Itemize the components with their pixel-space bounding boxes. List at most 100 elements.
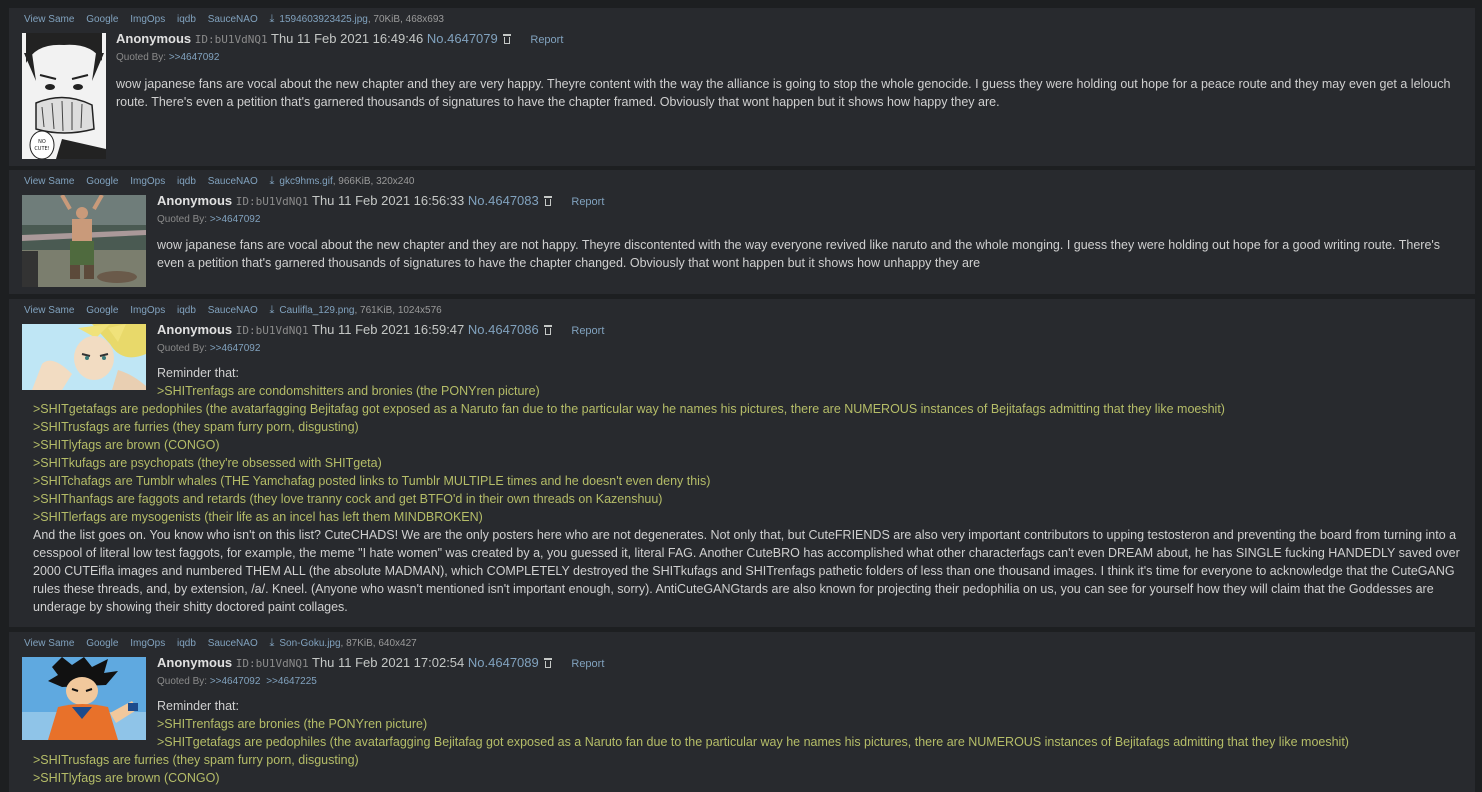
download-icon[interactable]: ⤓ <box>270 175 275 187</box>
post-thumbnail[interactable]: NO CUTE! <box>22 33 106 159</box>
saucenao-link[interactable]: SauceNAO <box>208 176 258 187</box>
iqdb-link[interactable]: iqdb <box>177 14 196 25</box>
google-link[interactable]: Google <box>86 14 118 25</box>
post-body: Reminder that: >SHITrenfags are condomsh… <box>157 364 540 400</box>
imgops-link[interactable]: ImgOps <box>130 305 165 316</box>
file-meta: , 87KiB, 640x427 <box>340 638 417 649</box>
quoted-by: Quoted By: >>4647092 <box>116 52 222 63</box>
backlink[interactable]: >>4647092 <box>210 214 261 225</box>
post-date: Thu 11 Feb 2021 16:56:33 <box>312 193 465 208</box>
post-number[interactable]: No.4647089 <box>468 655 539 670</box>
greentext-line: >SHITrenfags are condomshitters and bron… <box>157 384 540 398</box>
imgops-link[interactable]: ImgOps <box>130 176 165 187</box>
quoted-by-label: Quoted By: <box>157 214 208 225</box>
quoted-by: Quoted By: >>4647092 >>4647225 <box>157 676 320 687</box>
svg-text:CUTE!: CUTE! <box>34 146 49 152</box>
backlink[interactable]: >>4647225 <box>266 676 317 687</box>
google-link[interactable]: Google <box>86 176 118 187</box>
greentext-line: >SHITchafags are Tumblr whales (THE Yamc… <box>33 474 711 488</box>
post-number[interactable]: No.4647083 <box>468 193 539 208</box>
post-thumbnail[interactable] <box>22 195 146 287</box>
view-same-link[interactable]: View Same <box>24 305 74 316</box>
post-header: Anonymous ID:bU1VdNQ1 Thu 11 Feb 2021 16… <box>157 193 604 210</box>
file-meta: , 70KiB, 468x693 <box>367 14 444 25</box>
post-date: Thu 11 Feb 2021 16:59:47 <box>312 322 465 337</box>
google-link[interactable]: Google <box>86 305 118 316</box>
greentext-line: >SHITrenfags are bronies (the PONYren pi… <box>157 717 428 731</box>
post-4647083: View Same Google ImgOps iqdb SauceNAO ⤓ g… <box>9 170 1475 294</box>
poster-id[interactable]: ID:bU1VdNQ1 <box>236 195 309 208</box>
post-number[interactable]: No.4647079 <box>427 31 498 46</box>
post-header: Anonymous ID:bU1VdNQ1 Thu 11 Feb 2021 17… <box>157 655 604 672</box>
file-name[interactable]: Son-Goku.jpg <box>279 638 340 649</box>
download-icon[interactable]: ⤓ <box>270 13 275 25</box>
saucenao-link[interactable]: SauceNAO <box>208 305 258 316</box>
post-header: Anonymous ID:bU1VdNQ1 Thu 11 Feb 2021 16… <box>157 322 604 339</box>
imgops-link[interactable]: ImgOps <box>130 14 165 25</box>
post-number[interactable]: No.4647086 <box>468 322 539 337</box>
poster-id[interactable]: ID:bU1VdNQ1 <box>195 33 268 46</box>
report-button[interactable]: Report <box>571 658 604 670</box>
greentext-line: >SHITlyfags are brown (CONGO) <box>33 438 220 452</box>
view-same-link[interactable]: View Same <box>24 14 74 25</box>
greentext-line: >SHITlerfags are mysogenists (their life… <box>33 510 483 524</box>
trash-icon[interactable] <box>543 325 552 335</box>
iqdb-link[interactable]: iqdb <box>177 305 196 316</box>
post-paragraph: And the list goes on. You know who isn't… <box>33 528 1460 614</box>
file-info-bar: View Same Google ImgOps iqdb SauceNAO ⤓ g… <box>24 175 423 188</box>
greentext-line: >SHITgetafags are pedophiles (the avatar… <box>33 402 1225 416</box>
report-button[interactable]: Report <box>530 34 563 46</box>
backlink[interactable]: >>4647092 <box>210 343 261 354</box>
post-line: Reminder that: <box>157 699 239 713</box>
post-4647089: View Same Google ImgOps iqdb SauceNAO ⤓ S… <box>9 632 1475 792</box>
view-same-link[interactable]: View Same <box>24 638 74 649</box>
post-thumbnail[interactable] <box>22 657 146 740</box>
quoted-by-label: Quoted By: <box>116 52 167 63</box>
greentext-line: >SHITrusfags are furries (they spam furr… <box>33 420 359 434</box>
download-icon[interactable]: ⤓ <box>270 304 275 316</box>
post-4647086: View Same Google ImgOps iqdb SauceNAO ⤓ C… <box>9 299 1475 627</box>
post-line: Reminder that: <box>157 366 239 380</box>
greentext-line: >SHIThanfags are faggots and retards (th… <box>33 492 663 506</box>
report-button[interactable]: Report <box>571 196 604 208</box>
file-meta: , 761KiB, 1024x576 <box>354 305 442 316</box>
backlink[interactable]: >>4647092 <box>210 676 261 687</box>
greentext-line: >SHITgetafags are pedophiles (the avatar… <box>157 735 1349 749</box>
greentext-line: >SHITlyfags are brown (CONGO) <box>33 771 220 785</box>
svg-text:NO: NO <box>38 139 46 145</box>
view-same-link[interactable]: View Same <box>24 176 74 187</box>
quoted-by: Quoted By: >>4647092 <box>157 343 263 354</box>
file-info-bar: View Same Google ImgOps iqdb SauceNAO ⤓ S… <box>24 637 426 650</box>
trash-icon[interactable] <box>502 34 511 44</box>
trash-icon[interactable] <box>543 196 552 206</box>
poster-name: Anonymous <box>157 655 233 670</box>
iqdb-link[interactable]: iqdb <box>177 638 196 649</box>
greentext-line: >SHITrusfags are furries (they spam furr… <box>33 753 359 767</box>
quoted-by-label: Quoted By: <box>157 343 208 354</box>
saucenao-link[interactable]: SauceNAO <box>208 638 258 649</box>
backlink[interactable]: >>4647092 <box>169 52 220 63</box>
poster-id[interactable]: ID:bU1VdNQ1 <box>236 657 309 670</box>
google-link[interactable]: Google <box>86 638 118 649</box>
poster-name: Anonymous <box>116 31 192 46</box>
quoted-by: Quoted By: >>4647092 <box>157 214 263 225</box>
trash-icon[interactable] <box>543 658 552 668</box>
post-body: Reminder that: >SHITrenfags are bronies … <box>157 697 1349 751</box>
post-body-continued: >SHITrusfags are furries (they spam furr… <box>33 751 359 787</box>
saucenao-link[interactable]: SauceNAO <box>208 14 258 25</box>
greentext-line: >SHITkufags are psychopats (they're obse… <box>33 456 382 470</box>
post-thumbnail[interactable] <box>22 324 146 390</box>
download-icon[interactable]: ⤓ <box>270 637 275 649</box>
imgops-link[interactable]: ImgOps <box>130 638 165 649</box>
file-name[interactable]: gkc9hms.gif <box>279 176 332 187</box>
post-body-continued: >SHITgetafags are pedophiles (the avatar… <box>33 400 1467 616</box>
quoted-by-label: Quoted By: <box>157 676 208 687</box>
report-button[interactable]: Report <box>571 325 604 337</box>
file-name[interactable]: 1594603923425.jpg <box>279 14 367 25</box>
file-name[interactable]: Caulifla_129.png <box>279 305 354 316</box>
post-date: Thu 11 Feb 2021 16:49:46 <box>271 31 424 46</box>
iqdb-link[interactable]: iqdb <box>177 176 196 187</box>
post-4647079: View Same Google ImgOps iqdb SauceNAO ⤓ 1… <box>9 8 1475 166</box>
poster-id[interactable]: ID:bU1VdNQ1 <box>236 324 309 337</box>
post-date: Thu 11 Feb 2021 17:02:54 <box>312 655 465 670</box>
